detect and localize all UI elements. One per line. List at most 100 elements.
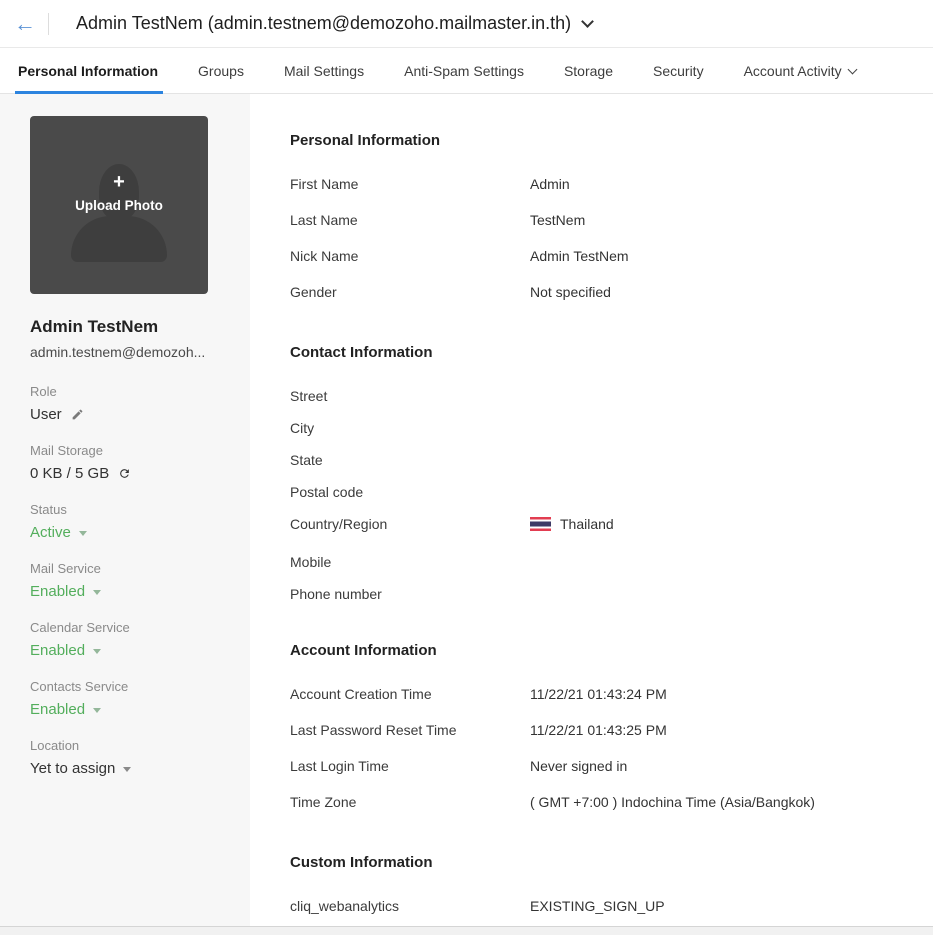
sidebar-field-mail-service: Mail Service Enabled [30, 561, 220, 600]
sidebar-field-value-location[interactable]: Yet to assign [30, 760, 220, 777]
info-label: Last Name [290, 212, 358, 228]
info-label: Last Password Reset Time [290, 722, 457, 738]
info-row-last-password-reset-time: Last Password Reset Time 11/22/21 01:43:2… [290, 722, 933, 758]
tab-label: Anti-Spam Settings [404, 62, 524, 79]
info-label: Time Zone [290, 794, 357, 810]
info-row-last-login-time: Last Login Time Never signed in [290, 758, 933, 794]
info-row-last-name: Last Name TestNem [290, 212, 933, 248]
tab-mail-settings[interactable]: Mail Settings [284, 48, 364, 93]
tab-label: Mail Settings [283, 62, 365, 79]
tab-label: Personal Information [18, 62, 159, 79]
tab-security[interactable]: Security [653, 48, 704, 93]
sidebar-field-value-mail-storage: 0 KB / 5 GB [30, 465, 220, 482]
sidebar-field-label: Mail Storage [30, 443, 103, 458]
plus-icon: + [113, 171, 125, 193]
sidebar-field-value-text: Active [30, 524, 71, 541]
tab-personal-information[interactable]: Personal Information [14, 48, 164, 94]
info-value-text: ( GMT +7:00 ) Indochina Time (Asia/Bangk… [530, 794, 815, 810]
info-value-text: EXISTING_SIGN_UP [530, 898, 665, 914]
info-row-country-region: Country/Region Thailand [290, 516, 933, 554]
content: + Upload Photo Admin TestNem admin.testn… [0, 94, 933, 926]
info-value-text: TestNem [530, 212, 586, 228]
info-row-account-creation-time: Account Creation Time 11/22/21 01:43:24 P… [290, 686, 933, 722]
tab-anti-spam-settings[interactable]: Anti-Spam Settings [404, 48, 524, 93]
sidebar-field-calendar-service: Calendar Service Enabled [30, 620, 220, 659]
sidebar-field-value-contacts-service[interactable]: Enabled [30, 701, 220, 718]
sidebar-fields: Role User Mail Storage 0 KB / 5 GB Status Act… [30, 384, 220, 777]
info-label: City [290, 420, 315, 436]
section-title: Account Information [290, 642, 437, 659]
header-divider [48, 12, 49, 35]
dropdown-caret-icon [93, 590, 102, 595]
sidebar-field-mail-storage: Mail Storage 0 KB / 5 GB [30, 443, 220, 482]
sidebar-field-value-text: Yet to assign [30, 760, 116, 777]
info-label: Gender [290, 284, 337, 300]
upload-photo-button[interactable]: + Upload Photo [30, 116, 208, 294]
section-personal-information: Personal Information First Name Admin Last … [290, 132, 933, 320]
tab-storage[interactable]: Storage [564, 48, 613, 93]
horizontal-scrollbar[interactable] [0, 926, 933, 935]
info-label: Postal code [290, 484, 364, 500]
dropdown-caret-icon [93, 649, 102, 654]
info-row-time-zone: Time Zone ( GMT +7:00 ) Indochina Time (A… [290, 794, 933, 830]
info-value-text: Admin [530, 176, 570, 192]
info-value-text: Never signed in [530, 758, 628, 774]
edit-pencil-icon[interactable] [71, 408, 84, 421]
sidebar-field-value-role: User [30, 406, 220, 423]
sidebar-field-location: Location Yet to assign [30, 738, 220, 777]
info-label: Country/Region [290, 516, 388, 532]
detail-pane: Personal Information First Name Admin Last … [250, 94, 933, 926]
sidebar-field-value-mail-service[interactable]: Enabled [30, 583, 220, 600]
back-button[interactable]: ← [12, 12, 38, 35]
tab-label: Security [653, 62, 704, 79]
info-value: Admin TestNem [530, 248, 629, 264]
section-title: Custom Information [290, 854, 433, 871]
info-value-text: 11/22/21 01:43:24 PM [530, 686, 667, 702]
info-label: Street [290, 388, 328, 404]
info-row-state: State [290, 452, 933, 484]
chevron-down-icon [581, 14, 595, 28]
info-value: 11/22/21 01:43:24 PM [530, 686, 667, 702]
sidebar-field-value-calendar-service[interactable]: Enabled [30, 642, 220, 659]
info-row-phone-number: Phone number [290, 586, 933, 618]
sidebar-field-value-status[interactable]: Active [30, 524, 220, 541]
info-label: Mobile [290, 554, 332, 570]
user-title-dropdown[interactable]: Admin TestNem (admin.testnem@demozoho.ma… [62, 13, 595, 34]
info-row-mobile: Mobile [290, 554, 933, 586]
tab-label: Groups [198, 62, 244, 79]
sidebar-field-value-text: Enabled [30, 701, 86, 718]
info-label: Nick Name [290, 248, 359, 264]
sidebar-field-label: Calendar Service [30, 620, 130, 635]
profile-sidebar: + Upload Photo Admin TestNem admin.testn… [0, 94, 250, 926]
sidebar-field-label: Contacts Service [30, 679, 129, 694]
sidebar-field-label: Location [30, 738, 80, 753]
sidebar-field-role: Role User [30, 384, 220, 423]
section-title: Personal Information [290, 132, 441, 149]
info-value: Not specified [530, 284, 611, 300]
info-row-first-name: First Name Admin [290, 176, 933, 212]
page-title: Admin TestNem (admin.testnem@demozoho.ma… [76, 13, 572, 33]
tab-bar: Personal Information Groups Mail Settings A… [0, 48, 933, 94]
tab-label: Storage [563, 62, 613, 79]
user-email: admin.testnem@demozoh... [30, 344, 206, 360]
info-value: Never signed in [530, 758, 627, 774]
sidebar-field-value-text: Enabled [30, 642, 86, 659]
sidebar-field-label: Role [30, 384, 57, 399]
sidebar-field-contacts-service: Contacts Service Enabled [30, 679, 220, 718]
info-label: First Name [290, 176, 359, 192]
info-row-nick-name: Nick Name Admin TestNem [290, 248, 933, 284]
info-label: Account Creation Time [290, 686, 432, 702]
info-label: cliq_webanalytics [290, 898, 399, 914]
user-display-name: Admin TestNem [30, 317, 159, 336]
section-account-information: Account Information Account Creation Time… [290, 642, 933, 830]
upload-photo-label: Upload Photo [75, 198, 163, 213]
info-value-text: Thailand [560, 516, 614, 532]
info-value-text: 11/22/21 01:43:25 PM [530, 722, 667, 738]
refresh-icon[interactable] [118, 467, 131, 480]
avatar-silhouette-body-icon [71, 216, 167, 262]
sidebar-field-status: Status Active [30, 502, 220, 541]
tab-account-activity[interactable]: Account Activity [744, 48, 858, 93]
info-row-city: City [290, 420, 933, 452]
tab-groups[interactable]: Groups [198, 48, 244, 93]
section-title: Contact Information [290, 344, 433, 361]
